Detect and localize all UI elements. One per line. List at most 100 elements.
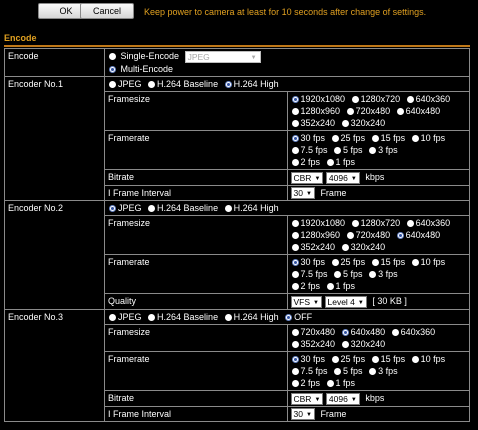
encoder3-codec-h264-baseline[interactable]: H.264 Baseline xyxy=(147,311,218,323)
radio-icon[interactable] xyxy=(411,259,419,267)
framesize-option[interactable]: 1920x1080 xyxy=(291,93,345,105)
radio-icon[interactable] xyxy=(334,271,342,279)
multi-encode-radio[interactable] xyxy=(109,66,116,73)
radio-icon[interactable] xyxy=(351,96,359,103)
framerate-option[interactable]: 1 fps xyxy=(326,156,355,168)
framerate-option[interactable]: 10 fps xyxy=(411,132,445,144)
radio-icon[interactable] xyxy=(291,220,299,228)
encoder1-bitrate-mode-select[interactable]: CBR ▼ xyxy=(290,171,324,184)
radio-icon[interactable] xyxy=(341,244,349,252)
radio-icon[interactable] xyxy=(291,259,299,267)
framesize-option[interactable]: 320x240 xyxy=(341,241,385,253)
radio-icon[interactable] xyxy=(331,355,339,363)
framesize-option[interactable]: 1280x720 xyxy=(351,93,400,105)
framerate-option[interactable]: 25 fps xyxy=(331,256,365,268)
framerate-option[interactable]: 30 fps xyxy=(291,256,325,268)
radio-icon[interactable] xyxy=(396,108,404,115)
framerate-option[interactable]: 25 fps xyxy=(331,132,365,144)
framesize-option[interactable]: 720x480 xyxy=(291,326,335,338)
radio-icon[interactable] xyxy=(224,81,232,88)
radio-icon[interactable] xyxy=(285,313,293,321)
framesize-option[interactable]: 720x480 xyxy=(346,105,390,117)
radio-icon[interactable] xyxy=(369,271,377,279)
framesize-option[interactable]: 1280x720 xyxy=(351,217,400,229)
radio-icon[interactable] xyxy=(341,340,349,348)
radio-icon[interactable] xyxy=(351,220,359,228)
encoder2-codec-jpeg[interactable]: JPEG xyxy=(108,202,142,214)
encoder1-bitrate-value-select[interactable]: 4096 ▼ xyxy=(325,171,360,184)
encoder3-iframe-select[interactable]: 30 ▼ xyxy=(290,408,315,421)
encoder1-iframe-select[interactable]: 30 ▼ xyxy=(290,187,315,200)
radio-icon[interactable] xyxy=(291,283,299,291)
framesize-option[interactable]: 640x480 xyxy=(396,229,440,241)
radio-icon[interactable] xyxy=(291,367,299,375)
framerate-option[interactable]: 25 fps xyxy=(331,353,365,365)
framesize-option[interactable]: 320x240 xyxy=(341,117,385,129)
framesize-option[interactable]: 352x240 xyxy=(291,241,335,253)
radio-icon[interactable] xyxy=(411,355,419,363)
radio-icon[interactable] xyxy=(346,232,354,240)
framesize-option[interactable]: 352x240 xyxy=(291,117,335,129)
radio-icon[interactable] xyxy=(291,96,299,103)
radio-icon[interactable] xyxy=(291,379,299,387)
framesize-option[interactable]: 640x480 xyxy=(396,105,440,117)
radio-icon[interactable] xyxy=(224,313,232,321)
framerate-option[interactable]: 10 fps xyxy=(411,353,445,365)
radio-icon[interactable] xyxy=(391,328,399,336)
radio-icon[interactable] xyxy=(346,108,354,115)
encoder2-quality-mode-select[interactable]: VFS ▼ xyxy=(290,295,322,308)
single-encode-radio[interactable] xyxy=(109,53,116,60)
framerate-option[interactable]: 5 fps xyxy=(333,144,363,156)
radio-icon[interactable] xyxy=(291,355,299,363)
encoder3-codec-jpeg[interactable]: JPEG xyxy=(108,311,142,323)
framesize-option[interactable]: 320x240 xyxy=(341,338,385,350)
radio-icon[interactable] xyxy=(224,205,232,213)
radio-icon[interactable] xyxy=(291,340,299,348)
encoder3-codec-h264-high[interactable]: H.264 High xyxy=(224,311,279,323)
framerate-option[interactable]: 3 fps xyxy=(368,144,398,156)
radio-icon[interactable] xyxy=(148,81,156,88)
radio-icon[interactable] xyxy=(326,159,334,166)
radio-icon[interactable] xyxy=(291,244,299,252)
framesize-option[interactable]: 640x480 xyxy=(341,326,385,338)
framerate-option[interactable]: 2 fps xyxy=(291,377,320,389)
radio-icon[interactable] xyxy=(369,367,377,375)
framerate-option[interactable]: 3 fps xyxy=(368,268,398,280)
encoder2-codec-h264-baseline[interactable]: H.264 Baseline xyxy=(147,202,218,214)
radio-icon[interactable] xyxy=(396,232,404,240)
framesize-option[interactable]: 352x240 xyxy=(291,338,335,350)
framesize-option[interactable]: 640x360 xyxy=(391,326,435,338)
radio-icon[interactable] xyxy=(334,367,342,375)
framerate-option[interactable]: 3 fps xyxy=(368,365,398,377)
framerate-option[interactable]: 7.5 fps xyxy=(291,268,328,280)
encoder3-codec-off[interactable]: OFF xyxy=(284,311,312,323)
radio-icon[interactable] xyxy=(109,81,116,88)
radio-icon[interactable] xyxy=(406,96,414,103)
radio-icon[interactable] xyxy=(291,108,299,115)
framerate-option[interactable]: 15 fps xyxy=(371,353,405,365)
encoder1-codec-jpeg[interactable]: JPEG xyxy=(108,78,142,90)
framesize-option[interactable]: 640x360 xyxy=(406,93,450,105)
framesize-option[interactable]: 640x360 xyxy=(406,217,450,229)
cancel-button[interactable]: Cancel xyxy=(80,3,134,19)
radio-icon[interactable] xyxy=(109,205,116,213)
encoder1-codec-h264-baseline[interactable]: H.264 Baseline xyxy=(147,78,218,90)
radio-icon[interactable] xyxy=(109,313,116,321)
framerate-option[interactable]: 5 fps xyxy=(333,268,363,280)
framerate-option[interactable]: 1 fps xyxy=(326,280,355,292)
single-encode-option[interactable]: Single-Encode xyxy=(108,50,179,62)
framerate-option[interactable]: 15 fps xyxy=(371,132,405,144)
encoder3-bitrate-mode-select[interactable]: CBR ▼ xyxy=(290,392,324,405)
radio-icon[interactable] xyxy=(291,232,299,240)
framerate-option[interactable]: 30 fps xyxy=(291,353,325,365)
radio-icon[interactable] xyxy=(411,135,419,142)
radio-icon[interactable] xyxy=(326,379,334,387)
radio-icon[interactable] xyxy=(331,135,339,142)
radio-icon[interactable] xyxy=(341,328,349,336)
encoder2-codec-h264-high[interactable]: H.264 High xyxy=(224,202,279,214)
framerate-option[interactable]: 10 fps xyxy=(411,256,445,268)
radio-icon[interactable] xyxy=(331,259,339,267)
radio-icon[interactable] xyxy=(369,147,377,154)
framerate-option[interactable]: 7.5 fps xyxy=(291,144,328,156)
framerate-option[interactable]: 30 fps xyxy=(291,132,325,144)
